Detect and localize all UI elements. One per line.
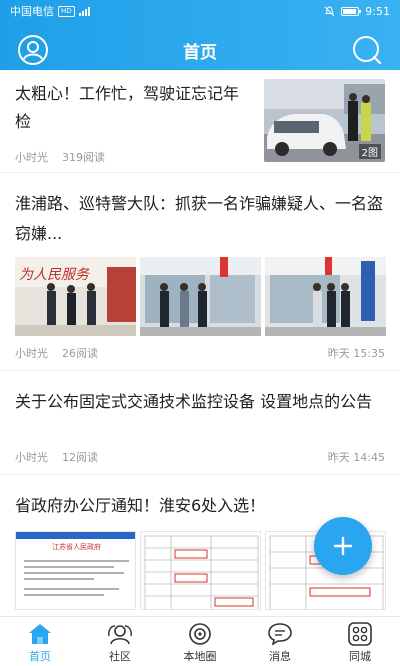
article-title: 淮浦路、巡特警大队：抓获一名诈骗嫌疑人、一名盗窃嫌... bbox=[15, 194, 384, 243]
article-thumbnail: 2图 bbox=[264, 79, 385, 162]
svg-text:为人民服务: 为人民服务 bbox=[19, 267, 90, 283]
page-title: 首页 bbox=[183, 42, 217, 63]
article-card[interactable]: 淮浦路、巡特警大队：抓获一名诈骗嫌疑人、一名盗窃嫌... 为人民服务 小时光 2… bbox=[0, 173, 400, 371]
status-bar: 中国电信 HD 9:51 bbox=[0, 0, 400, 22]
article-image-row: 为人民服务 bbox=[15, 257, 386, 336]
nav-messages[interactable]: 消息 bbox=[240, 617, 320, 666]
hd-badge: HD bbox=[58, 5, 75, 17]
add-post-button[interactable] bbox=[314, 517, 372, 575]
image-count-badge: 2图 bbox=[358, 144, 381, 159]
nav-same-city[interactable]: 同城 bbox=[320, 617, 400, 666]
article-card[interactable]: 关于公布固定式交通技术监控设备 设置地点的公告 小时光 12阅读 昨天 14:4… bbox=[0, 371, 400, 475]
status-time: 9:51 bbox=[365, 4, 390, 18]
local-circle-icon bbox=[189, 623, 211, 645]
battery-icon bbox=[341, 6, 362, 16]
article-reads: 319阅读 bbox=[62, 151, 105, 164]
community-icon bbox=[108, 625, 132, 645]
mute-icon bbox=[324, 5, 335, 16]
article-meta: 小时光 12阅读 bbox=[15, 449, 98, 465]
article-reads: 26阅读 bbox=[62, 347, 98, 360]
article-source: 小时光 bbox=[15, 451, 48, 464]
nav-community[interactable]: 社区 bbox=[80, 617, 160, 666]
nav-label: 同城 bbox=[349, 650, 371, 663]
nav-local-circle[interactable]: 本地圈 bbox=[160, 617, 240, 666]
message-icon bbox=[268, 623, 292, 646]
article-source: 小时光 bbox=[15, 347, 48, 360]
article-title: 关于公布固定式交通技术监控设备 设置地点的公告 bbox=[15, 392, 373, 411]
article-reads: 12阅读 bbox=[62, 451, 98, 464]
search-icon bbox=[353, 36, 382, 65]
article-image bbox=[140, 531, 261, 610]
signal-icon bbox=[78, 6, 90, 16]
article-card[interactable]: 太粗心！工作忙，驾驶证忘记年检 2图 小时光 319阅读 bbox=[0, 70, 400, 173]
article-time: 昨天 15:35 bbox=[327, 347, 385, 360]
article-time: 昨天 14:45 bbox=[327, 451, 385, 464]
article-meta: 小时光 26阅读 bbox=[15, 345, 98, 361]
carrier-label: 中国电信 bbox=[10, 5, 54, 18]
plus-icon bbox=[333, 536, 353, 556]
nav-label: 本地圈 bbox=[183, 650, 217, 663]
search-button[interactable] bbox=[350, 33, 384, 67]
home-icon bbox=[29, 624, 51, 644]
bottom-nav: 首页 社区 本地圈 消息 同城 bbox=[0, 616, 400, 666]
article-image bbox=[140, 257, 261, 336]
doc-heading: 江苏省人民政府 bbox=[52, 543, 101, 551]
article-title: 太粗心！工作忙，驾驶证忘记年检 bbox=[15, 84, 240, 131]
profile-button[interactable] bbox=[16, 33, 50, 67]
article-source: 小时光 bbox=[15, 151, 48, 164]
article-image bbox=[265, 257, 386, 336]
nav-label: 社区 bbox=[109, 650, 131, 663]
nav-home[interactable]: 首页 bbox=[0, 617, 80, 666]
article-title: 省政府办公厅通知！淮安6处入选！ bbox=[15, 496, 266, 515]
article-image: 为人民服务 bbox=[15, 257, 136, 336]
grid-icon bbox=[348, 622, 372, 646]
article-meta: 小时光 319阅读 bbox=[15, 149, 105, 165]
nav-label: 消息 bbox=[269, 650, 291, 663]
user-icon bbox=[18, 35, 48, 65]
nav-label: 首页 bbox=[29, 650, 51, 663]
article-image: 江苏省人民政府 bbox=[15, 531, 136, 610]
